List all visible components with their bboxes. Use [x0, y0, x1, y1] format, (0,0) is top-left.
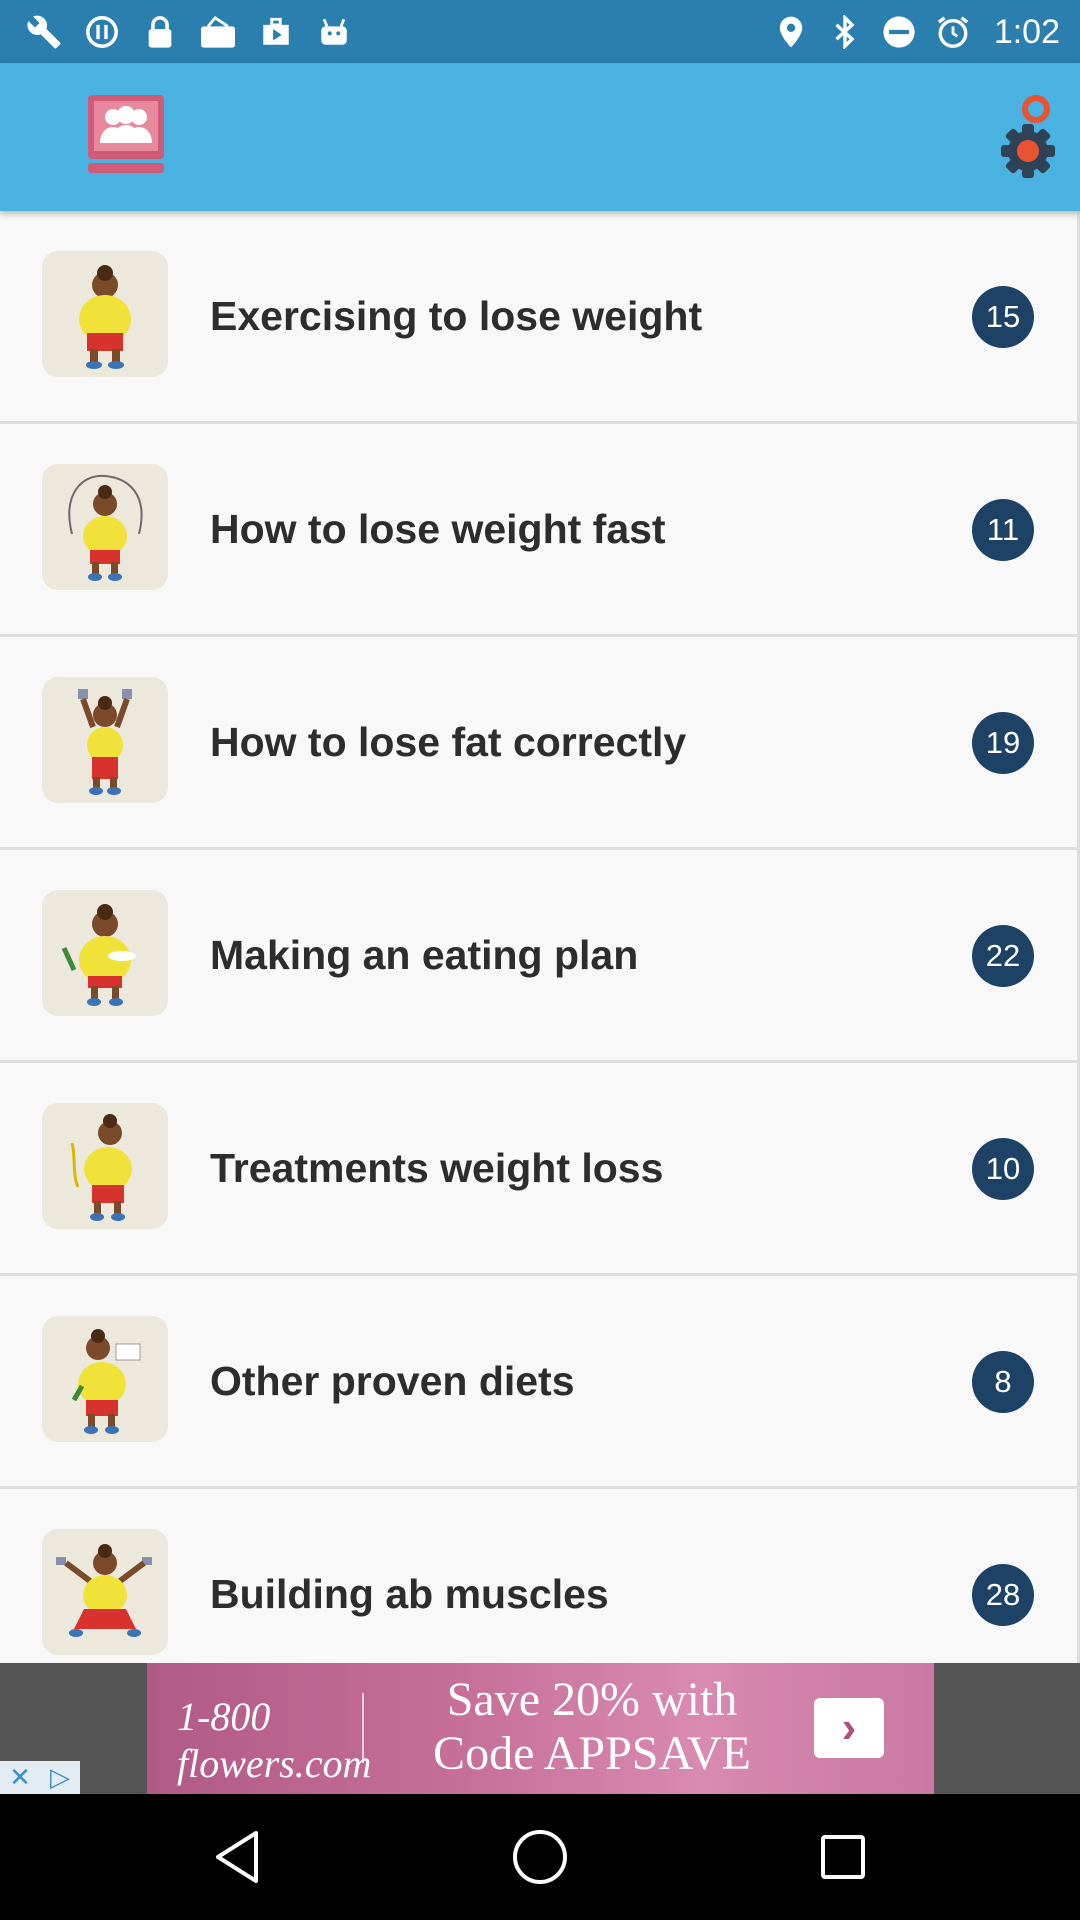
- list-item[interactable]: Other proven diets 8: [0, 1276, 1077, 1489]
- item-title: Making an eating plan: [210, 932, 639, 978]
- close-icon[interactable]: ✕: [0, 1761, 40, 1794]
- ad-text: Save 20% with Code APPSAVE: [377, 1673, 807, 1781]
- character-thumbnail: [42, 1529, 168, 1655]
- ad-divider: [362, 1693, 364, 1763]
- mail-icon: [198, 12, 238, 52]
- play-store-icon: [256, 12, 296, 52]
- app-bar: [0, 63, 1080, 211]
- character-thumbnail: [42, 251, 168, 377]
- item-title: How to lose weight fast: [210, 506, 666, 552]
- list-item[interactable]: Exercising to lose weight 15: [0, 211, 1077, 424]
- chevron-right-icon[interactable]: ›: [814, 1698, 884, 1758]
- count-badge: 19: [972, 712, 1034, 774]
- character-thumbnail: [42, 1316, 168, 1442]
- count-badge: 22: [972, 925, 1034, 987]
- alarm-icon: [934, 12, 972, 52]
- dnd-icon: [880, 12, 918, 52]
- system-status: 1:02: [772, 12, 1060, 52]
- notification-icons: [24, 12, 354, 52]
- location-icon: [772, 12, 810, 52]
- item-title: How to lose fat correctly: [210, 719, 687, 765]
- back-icon[interactable]: [204, 1824, 270, 1890]
- status-bar: 1:02: [0, 0, 1080, 63]
- topic-list: Exercising to lose weight 15 How to lose…: [0, 211, 1080, 1663]
- item-title: Treatments weight loss: [210, 1145, 664, 1191]
- count-badge: 15: [972, 286, 1034, 348]
- item-title: Building ab muscles: [210, 1571, 609, 1617]
- character-thumbnail: [42, 1103, 168, 1229]
- list-item[interactable]: Making an eating plan 22: [0, 850, 1077, 1063]
- wrench-icon: [24, 12, 64, 52]
- settings-gear-icon[interactable]: [998, 91, 1058, 181]
- recents-icon[interactable]: [810, 1824, 876, 1890]
- list-item[interactable]: Building ab muscles 28: [0, 1489, 1077, 1663]
- ad-choices[interactable]: ✕ ▷: [0, 1761, 80, 1794]
- count-badge: 28: [972, 1564, 1034, 1626]
- ad-banner[interactable]: 1-800 flowers.com Save 20% with Code APP…: [147, 1663, 934, 1794]
- count-badge: 8: [972, 1351, 1034, 1413]
- ad-line-1: Save 20% with: [446, 1673, 738, 1726]
- ad-line-2: Code APPSAVE: [433, 1727, 751, 1780]
- clock: 1:02: [993, 12, 1060, 51]
- sync-icon: [82, 12, 122, 52]
- community-icon[interactable]: [86, 93, 166, 178]
- bluetooth-icon: [826, 12, 864, 52]
- list-item[interactable]: How to lose fat correctly 19: [0, 637, 1077, 850]
- lock-icon: [140, 12, 180, 52]
- character-thumbnail: [42, 890, 168, 1016]
- ad-bar: ✕ ▷ 1-800 flowers.com Save 20% with Code…: [0, 1663, 1080, 1794]
- navigation-bar: [0, 1794, 1080, 1920]
- count-badge: 11: [972, 499, 1034, 561]
- count-badge: 10: [972, 1138, 1034, 1200]
- item-title: Other proven diets: [210, 1358, 575, 1404]
- character-thumbnail: [42, 464, 168, 590]
- android-icon: [314, 12, 354, 52]
- character-thumbnail: [42, 677, 168, 803]
- ad-brand-logo: 1-800 flowers.com: [177, 1694, 372, 1786]
- item-title: Exercising to lose weight: [210, 293, 703, 339]
- list-item[interactable]: How to lose weight fast 11: [0, 424, 1077, 637]
- list-item[interactable]: Treatments weight loss 10: [0, 1063, 1077, 1276]
- ad-choices-icon[interactable]: ▷: [40, 1761, 80, 1794]
- home-icon[interactable]: [507, 1824, 573, 1890]
